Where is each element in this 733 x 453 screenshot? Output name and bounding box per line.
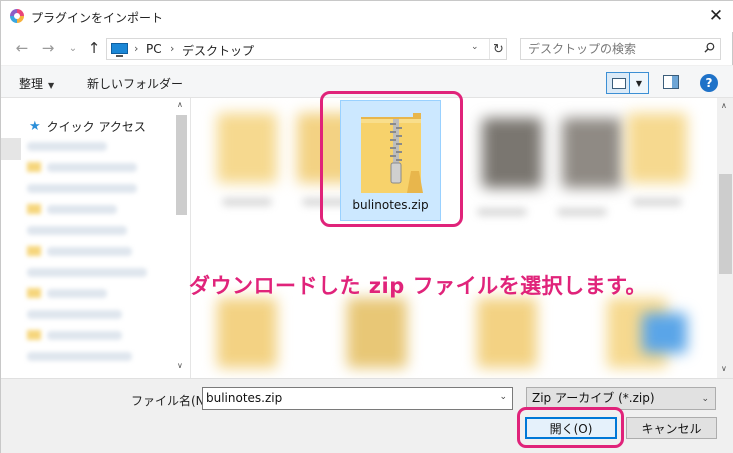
file-open-dialog: プラグインをインポート ✕ ← → ⌄ ↑ › PC › デスクトップ ⌄ ↻ … [0,0,733,453]
scrollbar-thumb[interactable] [719,174,732,274]
address-row: ← → ⌄ ↑ › PC › デスクトップ ⌄ ↻ [1,34,733,62]
chevron-right-icon: › [134,42,139,55]
caret-down-icon: ▼ [48,81,55,90]
instruction-annotation: ダウンロードした zip ファイルを選択します。 [189,274,647,298]
back-arrow-icon[interactable]: ← [13,38,31,58]
address-bar[interactable]: › PC › デスクトップ ⌄ ↻ [106,38,507,60]
highlight-frame-file [320,91,463,227]
title-bar: プラグインをインポート ✕ [1,1,733,32]
search-icon [704,42,715,53]
pc-icon [111,43,128,57]
dialog-title: プラグインをインポート [31,11,164,25]
nav-hover-highlight [1,138,21,160]
cancel-button[interactable]: キャンセル [626,417,717,439]
organize-button[interactable]: 整理 ▼ [19,75,54,92]
file-name-field[interactable]: ⌄ [202,387,513,410]
close-icon[interactable]: ✕ [698,1,733,31]
blurred-file-item[interactable] [627,113,687,183]
file-name-input[interactable] [206,391,486,405]
preview-pane-icon[interactable] [663,75,679,89]
file-type-value: Zip アーカイブ (*.zip) [532,391,655,405]
scroll-up-icon[interactable]: ∧ [177,100,183,109]
nav-scrollbar-thumb[interactable] [176,115,187,215]
blurred-file-item[interactable] [347,298,407,368]
breadcrumb-pc[interactable]: PC [146,42,162,56]
scroll-down-icon[interactable]: ∨ [721,364,727,373]
new-folder-button[interactable]: 新しいフォルダー [87,75,183,92]
scroll-down-icon[interactable]: ∨ [177,361,183,370]
refresh-icon[interactable]: ↻ [489,39,507,59]
blurred-file-item[interactable] [562,118,622,188]
blurred-nav-items [27,140,167,370]
up-arrow-icon[interactable]: ↑ [85,38,103,58]
blurred-file-item[interactable] [477,298,537,368]
blurred-file-item[interactable] [217,298,277,368]
highlight-frame-open-button [517,407,624,448]
app-logo-icon [10,9,24,23]
search-input[interactable] [528,42,698,56]
star-icon: ★ [29,119,41,134]
view-mode-icon[interactable] [606,72,630,94]
blurred-file-item[interactable] [642,313,687,353]
breadcrumb-desktop[interactable]: デスクトップ [182,42,254,59]
chevron-right-icon: › [170,42,175,55]
navigation-pane[interactable]: ★ クイック アクセス ∧ ∨ [1,98,191,378]
forward-arrow-icon[interactable]: → [39,38,57,58]
scroll-up-icon[interactable]: ∧ [721,101,727,110]
file-list-scrollbar[interactable]: ∧ ∨ [717,98,733,378]
recent-locations-chevron-icon[interactable]: ⌄ [64,38,82,58]
nav-item-label: クイック アクセス [46,120,146,134]
help-icon[interactable]: ? [700,74,718,92]
view-options-caret-icon[interactable]: ▼ [630,72,649,94]
blurred-file-item[interactable] [217,113,277,183]
chevron-down-icon[interactable]: ⌄ [471,42,479,52]
blurred-file-item[interactable] [482,118,542,188]
search-box[interactable] [520,38,721,60]
organize-label: 整理 [19,77,44,91]
chevron-down-icon[interactable]: ⌄ [499,392,507,402]
chevron-down-icon: ⌄ [701,394,709,404]
nav-item-quick-access[interactable]: ★ クイック アクセス [29,118,146,135]
